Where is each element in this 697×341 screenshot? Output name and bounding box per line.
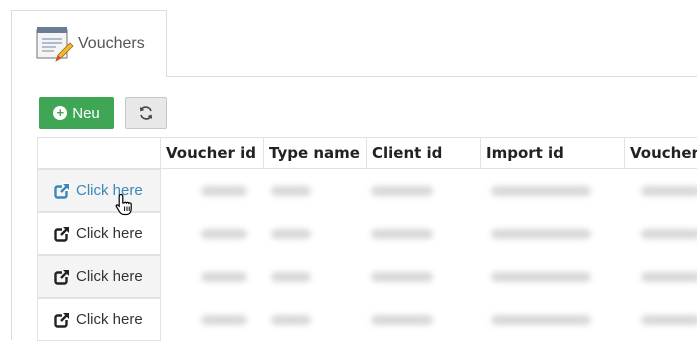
column-header-type-name[interactable]: Type name [263, 137, 367, 169]
external-link-icon [54, 225, 70, 242]
hand-cursor-icon [115, 193, 132, 216]
table-row: Click here [37, 298, 697, 341]
open-link[interactable]: Click here [37, 298, 161, 341]
open-link[interactable]: Click here [37, 212, 161, 255]
blurred-cells [161, 169, 697, 212]
plus-circle-icon: + [53, 106, 68, 120]
new-button-label: Neu [72, 104, 100, 122]
tab-bar-line [167, 76, 697, 77]
external-link-icon [54, 268, 70, 285]
column-header-voucher[interactable]: Voucher [624, 137, 697, 169]
link-label: Click here [76, 225, 143, 242]
refresh-button[interactable] [125, 97, 167, 129]
column-header-client-id[interactable]: Client id [366, 137, 481, 169]
blurred-cells [161, 298, 697, 341]
column-header-action [37, 137, 161, 169]
blurred-cells [161, 212, 697, 255]
column-header-voucher-id[interactable]: Voucher id [160, 137, 264, 169]
link-label: Click here [76, 311, 143, 328]
blurred-cells [161, 255, 697, 298]
external-link-icon [54, 182, 70, 199]
tab-label: Vouchers [78, 35, 145, 52]
table-row: Click here [37, 212, 697, 255]
open-link[interactable]: Click here [37, 255, 161, 298]
refresh-icon [140, 106, 152, 120]
document-edit-icon [36, 27, 74, 62]
tab-vouchers[interactable]: Vouchers [11, 10, 167, 77]
link-label: Click here [76, 268, 143, 285]
new-button[interactable]: + Neu [39, 97, 114, 129]
open-link[interactable]: Click here [37, 169, 161, 212]
table-row: Click here [37, 169, 697, 212]
table-row: Click here [37, 255, 697, 298]
column-header-import-id[interactable]: Import id [480, 137, 625, 169]
panel-border [11, 76, 12, 340]
external-link-icon [54, 311, 70, 328]
